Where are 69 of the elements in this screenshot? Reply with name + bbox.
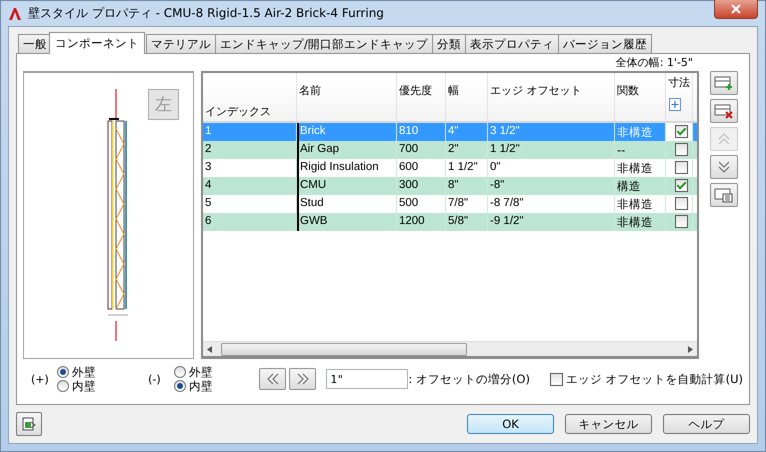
column-header[interactable]: 優先度 bbox=[397, 73, 446, 121]
list-icon bbox=[714, 187, 734, 203]
total-width-label: 全体の幅: 1'-5" bbox=[616, 55, 693, 70]
table-row[interactable]: 6 GWB 1200 5/8" -9 1/2" 非構造 bbox=[203, 213, 697, 231]
offset-increment-label: : オフセットの増分(O) bbox=[408, 372, 530, 386]
dimension-checkbox[interactable] bbox=[675, 161, 688, 174]
app-logo-icon bbox=[8, 6, 22, 20]
radio-label: 内壁 bbox=[189, 378, 214, 394]
dimension-checkbox[interactable] bbox=[675, 125, 688, 138]
auto-offset-label: エッジ オフセットを自動計算(U) bbox=[566, 372, 743, 386]
side-label: (-) bbox=[148, 372, 162, 386]
tab[interactable]: 一般 bbox=[18, 34, 52, 53]
dimension-checkbox[interactable] bbox=[675, 215, 688, 228]
table-cell: 6 bbox=[203, 213, 297, 231]
radio-label: 外壁 bbox=[189, 364, 214, 380]
close-button[interactable] bbox=[714, 0, 758, 18]
dimension-checkbox[interactable] bbox=[675, 143, 688, 156]
column-header[interactable]: 関数 bbox=[615, 73, 666, 121]
table-cell: -9 1/2" bbox=[488, 213, 615, 231]
table-cell: 5/8" bbox=[446, 213, 488, 231]
table-row[interactable]: 2 Air Gap 700 2" 1 1/2" -- bbox=[203, 141, 697, 159]
column-header[interactable]: インデックス bbox=[203, 73, 297, 121]
dialog-button[interactable]: ヘルプ bbox=[663, 414, 750, 434]
radio-button[interactable] bbox=[57, 380, 69, 392]
delete-row-icon bbox=[714, 103, 734, 119]
export-button[interactable] bbox=[16, 412, 42, 436]
list-view-button[interactable] bbox=[710, 183, 738, 207]
auto-offset-checkbox[interactable] bbox=[550, 372, 563, 386]
table-cell: GWB bbox=[297, 213, 397, 231]
column-header[interactable]: 寸法 bbox=[666, 73, 693, 121]
column-header[interactable]: 名前 bbox=[297, 73, 397, 121]
horizontal-scrollbar[interactable] bbox=[203, 341, 697, 356]
double-chevron-up-icon bbox=[716, 131, 732, 147]
scroll-left-icon[interactable] bbox=[207, 346, 213, 352]
add-icon[interactable] bbox=[669, 98, 681, 111]
scroll-right-icon[interactable] bbox=[687, 346, 693, 352]
dimension-checkbox[interactable] bbox=[675, 179, 688, 192]
dimension-checkbox[interactable] bbox=[675, 197, 688, 210]
tab[interactable]: バージョン履歴 bbox=[558, 34, 652, 53]
column-header[interactable]: 幅 bbox=[446, 73, 488, 121]
table-row[interactable]: 4 CMU 300 8" -8" 構造 bbox=[203, 177, 697, 195]
dialog-button[interactable]: OK bbox=[467, 414, 554, 434]
double-chevron-down-icon bbox=[716, 159, 732, 175]
radio-button[interactable] bbox=[57, 366, 69, 378]
close-icon bbox=[730, 4, 742, 14]
side-label: (+) bbox=[31, 372, 50, 386]
delete-row-button[interactable] bbox=[710, 99, 738, 123]
table-cell: 1200 bbox=[397, 213, 446, 231]
double-chevron-left-icon bbox=[266, 372, 280, 386]
radio-button[interactable] bbox=[174, 380, 186, 392]
dialog-button[interactable]: キャンセル bbox=[565, 414, 652, 434]
tab[interactable]: 表示プロパティ bbox=[464, 34, 559, 53]
tab[interactable]: コンポーネント bbox=[49, 32, 145, 54]
tab[interactable]: エンドキャップ/開口部エンドキャップ bbox=[215, 34, 433, 53]
radio-label: 外壁 bbox=[72, 364, 96, 380]
double-chevron-right-icon bbox=[296, 372, 310, 386]
radio-button[interactable] bbox=[174, 366, 186, 378]
move-down-button[interactable] bbox=[710, 155, 738, 179]
move-right-button[interactable] bbox=[289, 368, 316, 390]
radio-label: 内壁 bbox=[72, 378, 96, 394]
tab[interactable]: 分類 bbox=[432, 34, 466, 53]
document-arrow-icon bbox=[21, 416, 37, 432]
move-left-button[interactable] bbox=[259, 368, 286, 390]
window-title: 壁スタイル プロパティ - CMU-8 Rigid-1.5 Air-2 Brick-4 Furring bbox=[28, 5, 384, 22]
offset-increment-field[interactable]: 1" bbox=[326, 369, 408, 389]
tab[interactable]: マテリアル bbox=[146, 34, 216, 53]
column-header[interactable]: エッジ オフセット bbox=[488, 73, 615, 121]
add-row-icon bbox=[714, 75, 734, 91]
add-row-button[interactable] bbox=[710, 71, 738, 95]
